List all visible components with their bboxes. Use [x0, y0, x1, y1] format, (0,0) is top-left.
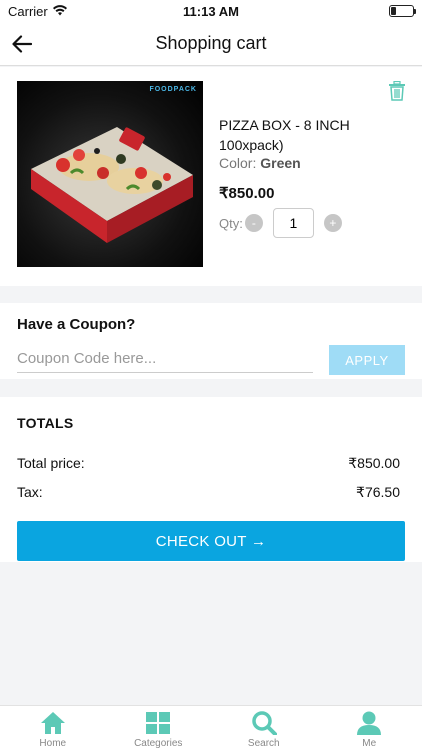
back-arrow-icon: [12, 35, 32, 53]
brand-logo: FOODPACK: [149, 86, 197, 93]
coupon-code-input[interactable]: [17, 345, 313, 373]
increase-quantity-button[interactable]: +: [323, 214, 342, 232]
status-right: [294, 5, 416, 17]
trash-icon: [389, 80, 405, 101]
battery-icon: [388, 5, 416, 17]
tab-home-label: Home: [39, 738, 67, 749]
back-button[interactable]: [6, 28, 38, 60]
tab-categories[interactable]: Categories: [106, 706, 212, 750]
tab-search-label: Search: [247, 738, 280, 749]
coupon-section: Have a Coupon? APPLY: [0, 303, 422, 379]
tax-label: Tax:: [17, 484, 43, 500]
apply-coupon-button[interactable]: APPLY: [329, 345, 405, 375]
tax-row: Tax: ₹76.50: [17, 484, 400, 501]
nav-bar: Shopping cart: [0, 22, 422, 66]
page-title: Shopping cart: [155, 33, 267, 53]
tab-me[interactable]: Me: [317, 706, 422, 750]
pizza-box-illustration: [31, 127, 193, 243]
quantity-input[interactable]: [272, 208, 314, 238]
total-price-label: Total price:: [17, 455, 85, 471]
color-label: Color:: [219, 155, 257, 171]
totals-section: TOTALS Total price: ₹850.00 Tax: ₹76.50 …: [0, 397, 422, 562]
cart-item: FOODPACK PIZZA BOX - 8 INCH 100xpack) Co…: [0, 67, 422, 286]
product-image[interactable]: FOODPACK: [17, 81, 203, 267]
search-icon: [250, 710, 278, 736]
status-bar: Carrier 11:13 AM: [0, 0, 422, 22]
tab-home[interactable]: Home: [0, 706, 106, 750]
totals-title: TOTALS: [17, 415, 74, 431]
decrease-quantity-button[interactable]: -: [244, 214, 263, 232]
tab-search[interactable]: Search: [211, 706, 317, 750]
product-color: Color: Green: [219, 155, 301, 171]
wifi-icon: [52, 4, 67, 19]
total-price-row: Total price: ₹850.00: [17, 455, 400, 472]
tab-categories-label: Categories: [134, 738, 183, 749]
tab-me-label: Me: [362, 738, 377, 749]
home-icon: [39, 710, 67, 736]
product-price: ₹850.00: [219, 185, 275, 202]
quantity-stepper: Qty: - +: [219, 208, 342, 238]
carrier-label: Carrier: [8, 3, 48, 19]
tax-value: ₹76.50: [356, 484, 400, 500]
checkout-button[interactable]: CHECK OUT →: [17, 521, 405, 561]
remove-item-button[interactable]: [388, 80, 406, 101]
tab-bar: Home Categories Search Me: [0, 705, 422, 750]
user-icon: [355, 710, 383, 736]
qty-label: Qty:: [219, 215, 243, 231]
product-name[interactable]: PIZZA BOX - 8 INCH 100xpack): [219, 115, 399, 155]
color-value: Green: [260, 155, 301, 171]
coupon-title: Have a Coupon?: [17, 316, 136, 333]
total-price-value: ₹850.00: [348, 455, 400, 471]
grid-icon: [144, 710, 172, 736]
status-time: 11:13 AM: [183, 3, 239, 19]
status-left: Carrier: [8, 4, 128, 19]
